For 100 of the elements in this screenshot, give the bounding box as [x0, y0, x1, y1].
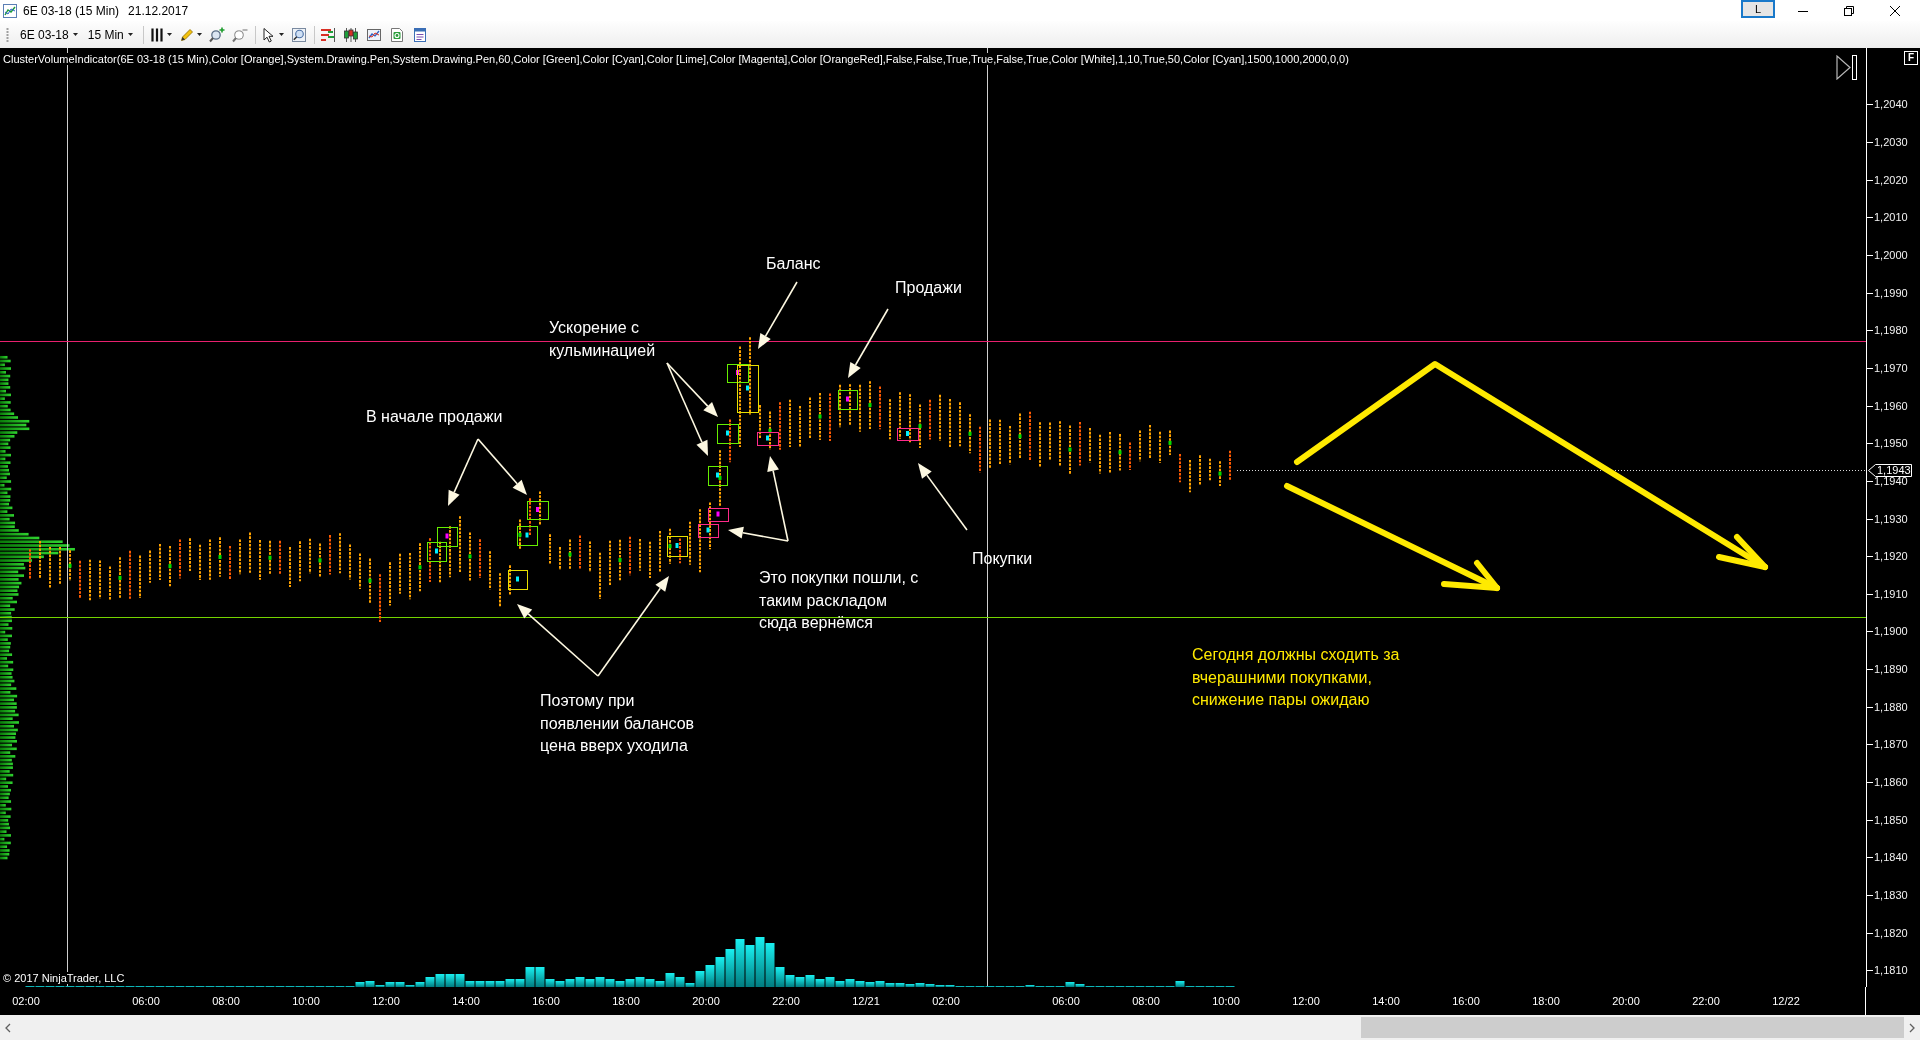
chart-icon: [3, 3, 17, 18]
price-label: 1,1920: [1874, 551, 1908, 563]
time-label: 08:00: [212, 995, 240, 1007]
time-label: 06:00: [1052, 995, 1080, 1007]
pencil-icon: [178, 26, 195, 43]
price-label: 1,2010: [1874, 212, 1908, 224]
letter-button[interactable]: L: [1741, 0, 1775, 18]
last-price-label: 1,1943: [1868, 464, 1912, 477]
price-label: 1,1870: [1874, 739, 1908, 751]
price-label: 1,2040: [1874, 99, 1908, 111]
price-label: 1,1860: [1874, 777, 1908, 788]
time-label: 10:00: [1212, 995, 1240, 1007]
cluster-box: [698, 524, 719, 538]
price-label: 1,1900: [1874, 626, 1908, 638]
price-label: 1,2020: [1874, 174, 1908, 186]
magnifier-box-icon: [290, 26, 307, 43]
time-label: 12:00: [372, 995, 400, 1007]
time-label: 06:00: [132, 995, 160, 1007]
cluster-box: [897, 428, 919, 441]
time-label: 18:00: [612, 995, 640, 1007]
time-label: 20:00: [1612, 995, 1640, 1007]
annotation-text: вчерашними покупками,: [1192, 667, 1372, 688]
time-label: 22:00: [1692, 995, 1720, 1007]
line-chart-icon: [365, 26, 382, 43]
cluster-box: [527, 501, 549, 520]
price-label: 1,1880: [1874, 701, 1908, 713]
annotation-text: Баланс: [766, 254, 821, 274]
zoom-in-icon: [208, 26, 225, 43]
tool-button[interactable]: [148, 26, 172, 43]
bars-icon: [148, 26, 165, 43]
cluster-box: [508, 570, 528, 590]
scrollbar-thumb[interactable]: [1361, 1017, 1904, 1038]
tool-button[interactable]: [178, 26, 202, 43]
bar-chart-icon: [319, 26, 336, 43]
cluster-box: [708, 508, 729, 522]
fork-arrow-icon: [517, 576, 669, 677]
caret-icon: [127, 33, 133, 36]
annotation-text: снижение пары ожидаю: [1192, 690, 1370, 710]
annotation-text: таким раскладом: [759, 590, 887, 611]
price-label: 1,1950: [1874, 438, 1908, 450]
price-label: 1,1830: [1874, 889, 1908, 901]
annotation-text: цена вверх уходила: [540, 736, 688, 756]
annotation-text: кульминацией: [549, 340, 656, 361]
panel-toggle-button[interactable]: F: [1904, 51, 1918, 65]
time-label: 14:00: [1372, 995, 1400, 1007]
price-label: 1,2030: [1874, 137, 1908, 149]
time-label: 02:00: [12, 995, 40, 1007]
arrow-icon: [1284, 483, 1500, 591]
price-label: 1,1840: [1874, 852, 1908, 864]
bent-arrow-icon: [1294, 361, 1768, 570]
caret-icon: [278, 33, 284, 36]
cluster-box: [427, 542, 447, 562]
chevron-right-icon[interactable]: [1908, 1022, 1916, 1033]
candlestick-icon: [342, 26, 359, 43]
fork-arrow-icon: [666, 362, 718, 456]
annotation-text: В начале продажи: [366, 407, 503, 427]
zoom-out-icon: [231, 26, 248, 43]
time-label: 02:00: [932, 995, 960, 1007]
price-label: 1,1960: [1874, 400, 1908, 412]
window-date: 21.12.2017: [128, 3, 189, 18]
cluster-box: [517, 526, 538, 546]
fork-arrow-icon: [448, 438, 527, 506]
period-dropdown[interactable]: 15 Min: [87, 27, 133, 42]
tool-button[interactable]: [319, 26, 336, 43]
price-label: 1,1890: [1874, 664, 1908, 676]
caret-icon: [72, 33, 78, 36]
tool-button[interactable]: [260, 26, 284, 43]
annotation-text: Продажи: [895, 278, 962, 298]
price-label: 1,1980: [1874, 325, 1908, 337]
caret-icon: [196, 33, 202, 36]
arrow-icon: [918, 463, 968, 531]
document-icon: [388, 26, 405, 43]
time-label: 20:00: [692, 995, 720, 1007]
time-label: 14:00: [452, 995, 480, 1007]
restore-icon[interactable]: [1844, 5, 1854, 16]
time-label: 22:00: [772, 995, 800, 1007]
skip-to-end-icon[interactable]: [1836, 55, 1857, 80]
price-label: 1,1820: [1874, 927, 1908, 939]
price-label: 1,1810: [1874, 965, 1908, 977]
properties-icon: [411, 26, 428, 43]
time-label: 16:00: [1452, 995, 1480, 1007]
cluster-box: [717, 424, 739, 444]
chevron-left-icon[interactable]: [4, 1022, 12, 1033]
time-label: 08:00: [1132, 995, 1160, 1007]
cluster-box: [667, 536, 688, 557]
cluster-box: [708, 466, 728, 486]
annotation-text: Ускорение с: [549, 318, 640, 338]
time-label: 12:00: [1292, 995, 1320, 1007]
annotation-text: Это покупки пошли, с: [759, 568, 919, 588]
time-label: 10:00: [292, 995, 320, 1007]
arrow-icon: [848, 308, 889, 378]
cluster-box: [757, 432, 779, 446]
tool-button[interactable]: [342, 26, 359, 43]
close-icon[interactable]: [1890, 5, 1900, 16]
arrow-icon: [758, 281, 798, 349]
time-label: 12/21: [852, 995, 880, 1007]
price-label: 1,1910: [1874, 588, 1908, 600]
grip-icon: [6, 26, 9, 43]
price-label: 1,1940: [1874, 475, 1908, 487]
instrument-dropdown[interactable]: 6E 03-18: [20, 27, 78, 42]
